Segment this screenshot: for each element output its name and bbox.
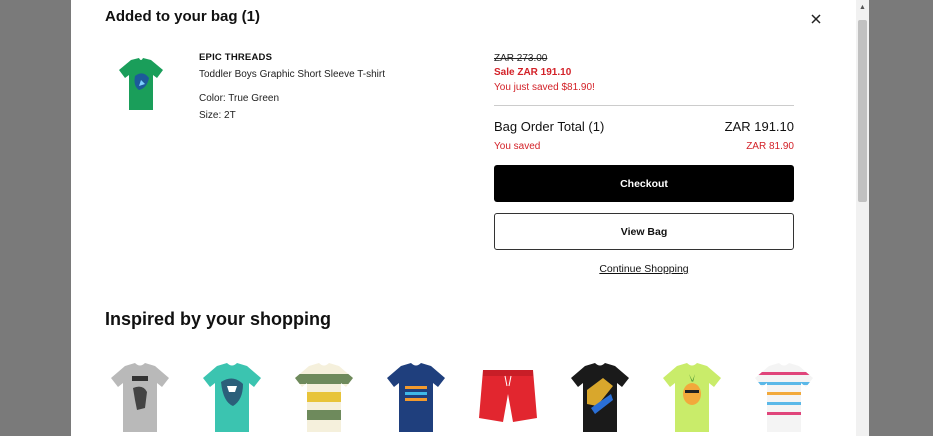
black-graphic-tshirt-image[interactable] [567, 360, 633, 436]
teal-dino-tshirt-image[interactable] [199, 360, 265, 436]
checkout-button[interactable]: Checkout [494, 165, 794, 202]
product-brand: EPIC THREADS [199, 52, 273, 63]
divider [494, 105, 794, 106]
added-to-bag-modal: Added to your bag (1) EPIC THREADS Toddl… [71, 0, 869, 436]
savings-note: You just saved $81.90! [494, 82, 595, 93]
you-saved-label: You saved [494, 141, 541, 152]
sale-price: Sale ZAR 191.10 [494, 67, 572, 78]
view-bag-button[interactable]: View Bag [494, 213, 794, 250]
product-name: Toddler Boys Graphic Short Sleeve T-shir… [199, 69, 386, 80]
continue-shopping-link[interactable]: Continue Shopping [494, 263, 794, 275]
bag-total-value: ZAR 191.10 [724, 119, 794, 134]
original-price: ZAR 273.00 [494, 53, 548, 64]
red-shorts-image[interactable] [475, 360, 541, 436]
scroll-thumb[interactable] [858, 20, 867, 202]
modal-title: Added to your bag (1) [105, 8, 260, 25]
recommendations-title: Inspired by your shopping [105, 309, 332, 329]
lime-pineapple-tshirt-image[interactable] [659, 360, 725, 436]
gray-dino-tshirt-image[interactable] [107, 360, 173, 436]
navy-tshirt-image[interactable] [383, 360, 449, 436]
product-image[interactable] [111, 54, 171, 116]
scrollbar[interactable]: ▲ [856, 0, 869, 436]
striped-tshirt-image[interactable] [291, 360, 357, 436]
close-icon[interactable] [807, 10, 825, 28]
scroll-up-icon[interactable]: ▲ [856, 0, 869, 14]
white-striped-tshirt-image[interactable] [751, 360, 817, 436]
you-saved-value: ZAR 81.90 [746, 141, 794, 152]
bag-total-label: Bag Order Total (1) [494, 119, 605, 134]
product-color: Color: True Green [199, 93, 280, 104]
product-size: Size: 2T [199, 110, 236, 121]
